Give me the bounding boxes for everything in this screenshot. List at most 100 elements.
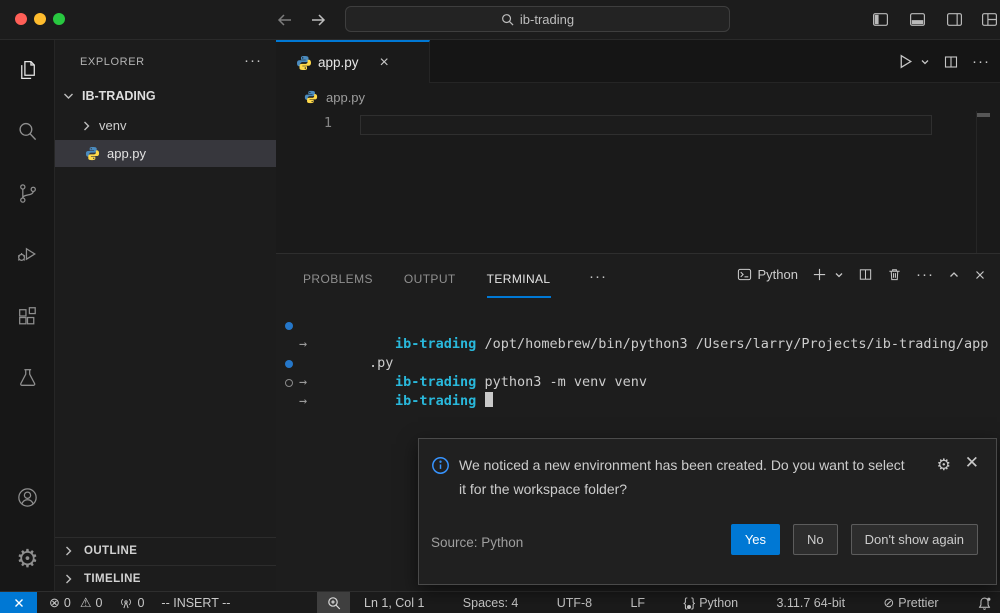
- tree-item-venv[interactable]: venv: [55, 112, 276, 139]
- notification-settings-gear-icon[interactable]: ⚙: [937, 455, 951, 475]
- split-editor-icon[interactable]: [943, 54, 959, 70]
- close-panel-icon[interactable]: [974, 269, 986, 281]
- formatter-status[interactable]: ⊘ Prettier: [883, 595, 938, 611]
- explorer-sidebar: EXPLORER ··· IB-TRADING venv app.py OUTL…: [55, 40, 276, 591]
- chevron-right-icon: [63, 546, 74, 556]
- status-bar: ⊗ 0 ⚠ 0 0 -- INSERT -- Ln 1, Col 1 Space…: [0, 591, 1000, 613]
- vim-mode-status[interactable]: -- INSERT --: [161, 596, 230, 610]
- python-file-icon: [304, 90, 319, 105]
- no-button[interactable]: No: [793, 524, 838, 555]
- python-interpreter-status[interactable]: 3.11.7 64-bit: [776, 596, 845, 610]
- close-window-button[interactable]: [15, 13, 27, 25]
- breadcrumb[interactable]: app.py: [276, 83, 1000, 111]
- notification-close-icon[interactable]: ✕: [965, 453, 979, 473]
- terminal-profile-selector[interactable]: Python: [737, 267, 798, 282]
- chevron-right-icon: [81, 120, 92, 131]
- command-center-search[interactable]: ib-trading: [345, 6, 730, 32]
- title-bar: ib-trading: [0, 0, 1000, 40]
- current-line-highlight: [360, 115, 932, 135]
- vscode-window: ib-trading ⚙ EXPLORER ··· IB-TRADING ven…: [0, 0, 1000, 613]
- editor-scrollbar[interactable]: [976, 111, 977, 253]
- run-python-file-icon[interactable]: [897, 53, 914, 70]
- error-icon: ⊗: [49, 595, 60, 610]
- tab-output[interactable]: OUTPUT: [404, 272, 456, 298]
- testing-icon[interactable]: [0, 353, 55, 401]
- line-number: 1: [323, 115, 332, 131]
- split-terminal-icon[interactable]: [858, 267, 873, 282]
- terminal-launch-chevron-icon[interactable]: [834, 270, 844, 280]
- overview-ruler-cursor-mark: [977, 113, 990, 117]
- python-file-icon: [296, 55, 311, 70]
- run-and-debug-icon[interactable]: [0, 230, 55, 278]
- encoding-status[interactable]: UTF-8: [557, 596, 592, 610]
- zoom-status-item[interactable]: [317, 592, 350, 613]
- editor-tab-bar: app.py × ···: [276, 40, 1000, 83]
- navigate-forward-icon[interactable]: [308, 10, 328, 30]
- language-mode-status[interactable]: { } Python: [683, 596, 738, 610]
- zoom-window-button[interactable]: [53, 13, 65, 25]
- notification-source: Source: Python: [431, 535, 524, 550]
- kill-terminal-trash-icon[interactable]: [887, 267, 902, 282]
- explorer-icon[interactable]: [0, 46, 55, 94]
- ports-status[interactable]: 0: [119, 596, 144, 610]
- toggle-secondary-sidebar-icon[interactable]: [946, 11, 963, 28]
- navigate-back-icon[interactable]: [275, 10, 295, 30]
- search-icon: [501, 13, 514, 26]
- outline-section-header[interactable]: OUTLINE: [55, 537, 276, 564]
- terminal-line-wrap: .py: [369, 355, 394, 371]
- remote-indicator[interactable]: [0, 592, 37, 613]
- explorer-more-actions-icon[interactable]: ···: [244, 52, 262, 69]
- timeline-section-header[interactable]: TIMELINE: [55, 565, 276, 592]
- terminal-output[interactable]: → ib-trading /opt/homebrew/bin/python3 /U…: [276, 316, 1000, 409]
- warning-icon: ⚠: [79, 595, 92, 610]
- cursor-position-status[interactable]: Ln 1, Col 1: [364, 596, 424, 610]
- tab-terminal[interactable]: TERMINAL: [486, 272, 551, 298]
- activity-bar: ⚙: [0, 40, 55, 591]
- info-icon: [431, 456, 450, 475]
- chevron-right-icon: [63, 574, 74, 584]
- editor-more-actions-icon[interactable]: ···: [972, 53, 990, 70]
- maximize-panel-chevron-icon[interactable]: [948, 269, 960, 281]
- panel-more-actions-icon[interactable]: ···: [916, 266, 934, 283]
- indentation-status[interactable]: Spaces: 4: [463, 596, 519, 610]
- tab-problems[interactable]: PROBLEMS: [303, 272, 373, 298]
- run-dropdown-chevron-icon[interactable]: [920, 57, 930, 67]
- tree-root-ib-trading[interactable]: IB-TRADING: [55, 82, 276, 109]
- eol-status[interactable]: LF: [630, 596, 645, 610]
- command-success-decoration-icon[interactable]: [285, 322, 293, 330]
- tree-item-app-py[interactable]: app.py: [55, 140, 276, 167]
- dont-show-again-button[interactable]: Don't show again: [850, 524, 978, 555]
- notifications-bell-icon[interactable]: [977, 596, 992, 611]
- yes-button[interactable]: Yes: [730, 524, 781, 555]
- notification-toast: We noticed a new environment has been cr…: [418, 438, 997, 585]
- new-terminal-icon[interactable]: [812, 267, 827, 282]
- toggle-primary-sidebar-icon[interactable]: [872, 11, 889, 28]
- python-file-icon: [85, 146, 100, 161]
- editor-content[interactable]: 1: [276, 111, 1000, 253]
- toggle-panel-icon[interactable]: [909, 11, 926, 28]
- extensions-icon[interactable]: [0, 292, 55, 340]
- terminal-prompt-line: → ib-trading: [276, 373, 1000, 409]
- source-control-icon[interactable]: [0, 169, 55, 217]
- editor-group: app.py × ··· app.py 1: [276, 40, 1000, 253]
- terminal-line: → ib-trading python3 -m venv venv: [276, 354, 1000, 390]
- magnifier-plus-icon: [327, 596, 341, 610]
- terminal-line: → ib-trading /opt/homebrew/bin/python3 /U…: [276, 316, 1000, 352]
- minimize-window-button[interactable]: [34, 13, 46, 25]
- accounts-icon[interactable]: [0, 473, 55, 521]
- command-pending-decoration-icon[interactable]: [285, 379, 293, 387]
- panel-more-tabs-icon[interactable]: ···: [589, 268, 607, 285]
- command-success-decoration-icon[interactable]: [285, 360, 293, 368]
- settings-gear-icon[interactable]: ⚙: [0, 535, 55, 583]
- close-tab-icon[interactable]: ×: [380, 54, 389, 71]
- customize-layout-icon[interactable]: [981, 11, 998, 28]
- terminal-cursor: [485, 392, 494, 407]
- problems-status[interactable]: ⊗ 0 ⚠ 0: [49, 595, 102, 611]
- tab-app-py[interactable]: app.py ×: [276, 40, 430, 83]
- search-view-icon[interactable]: [0, 107, 55, 155]
- search-value: ib-trading: [519, 11, 575, 27]
- explorer-title: EXPLORER: [80, 56, 145, 68]
- notification-message: We noticed a new environment has been cr…: [459, 457, 905, 497]
- chevron-down-icon: [63, 91, 74, 101]
- explorer-header: EXPLORER ···: [55, 50, 276, 74]
